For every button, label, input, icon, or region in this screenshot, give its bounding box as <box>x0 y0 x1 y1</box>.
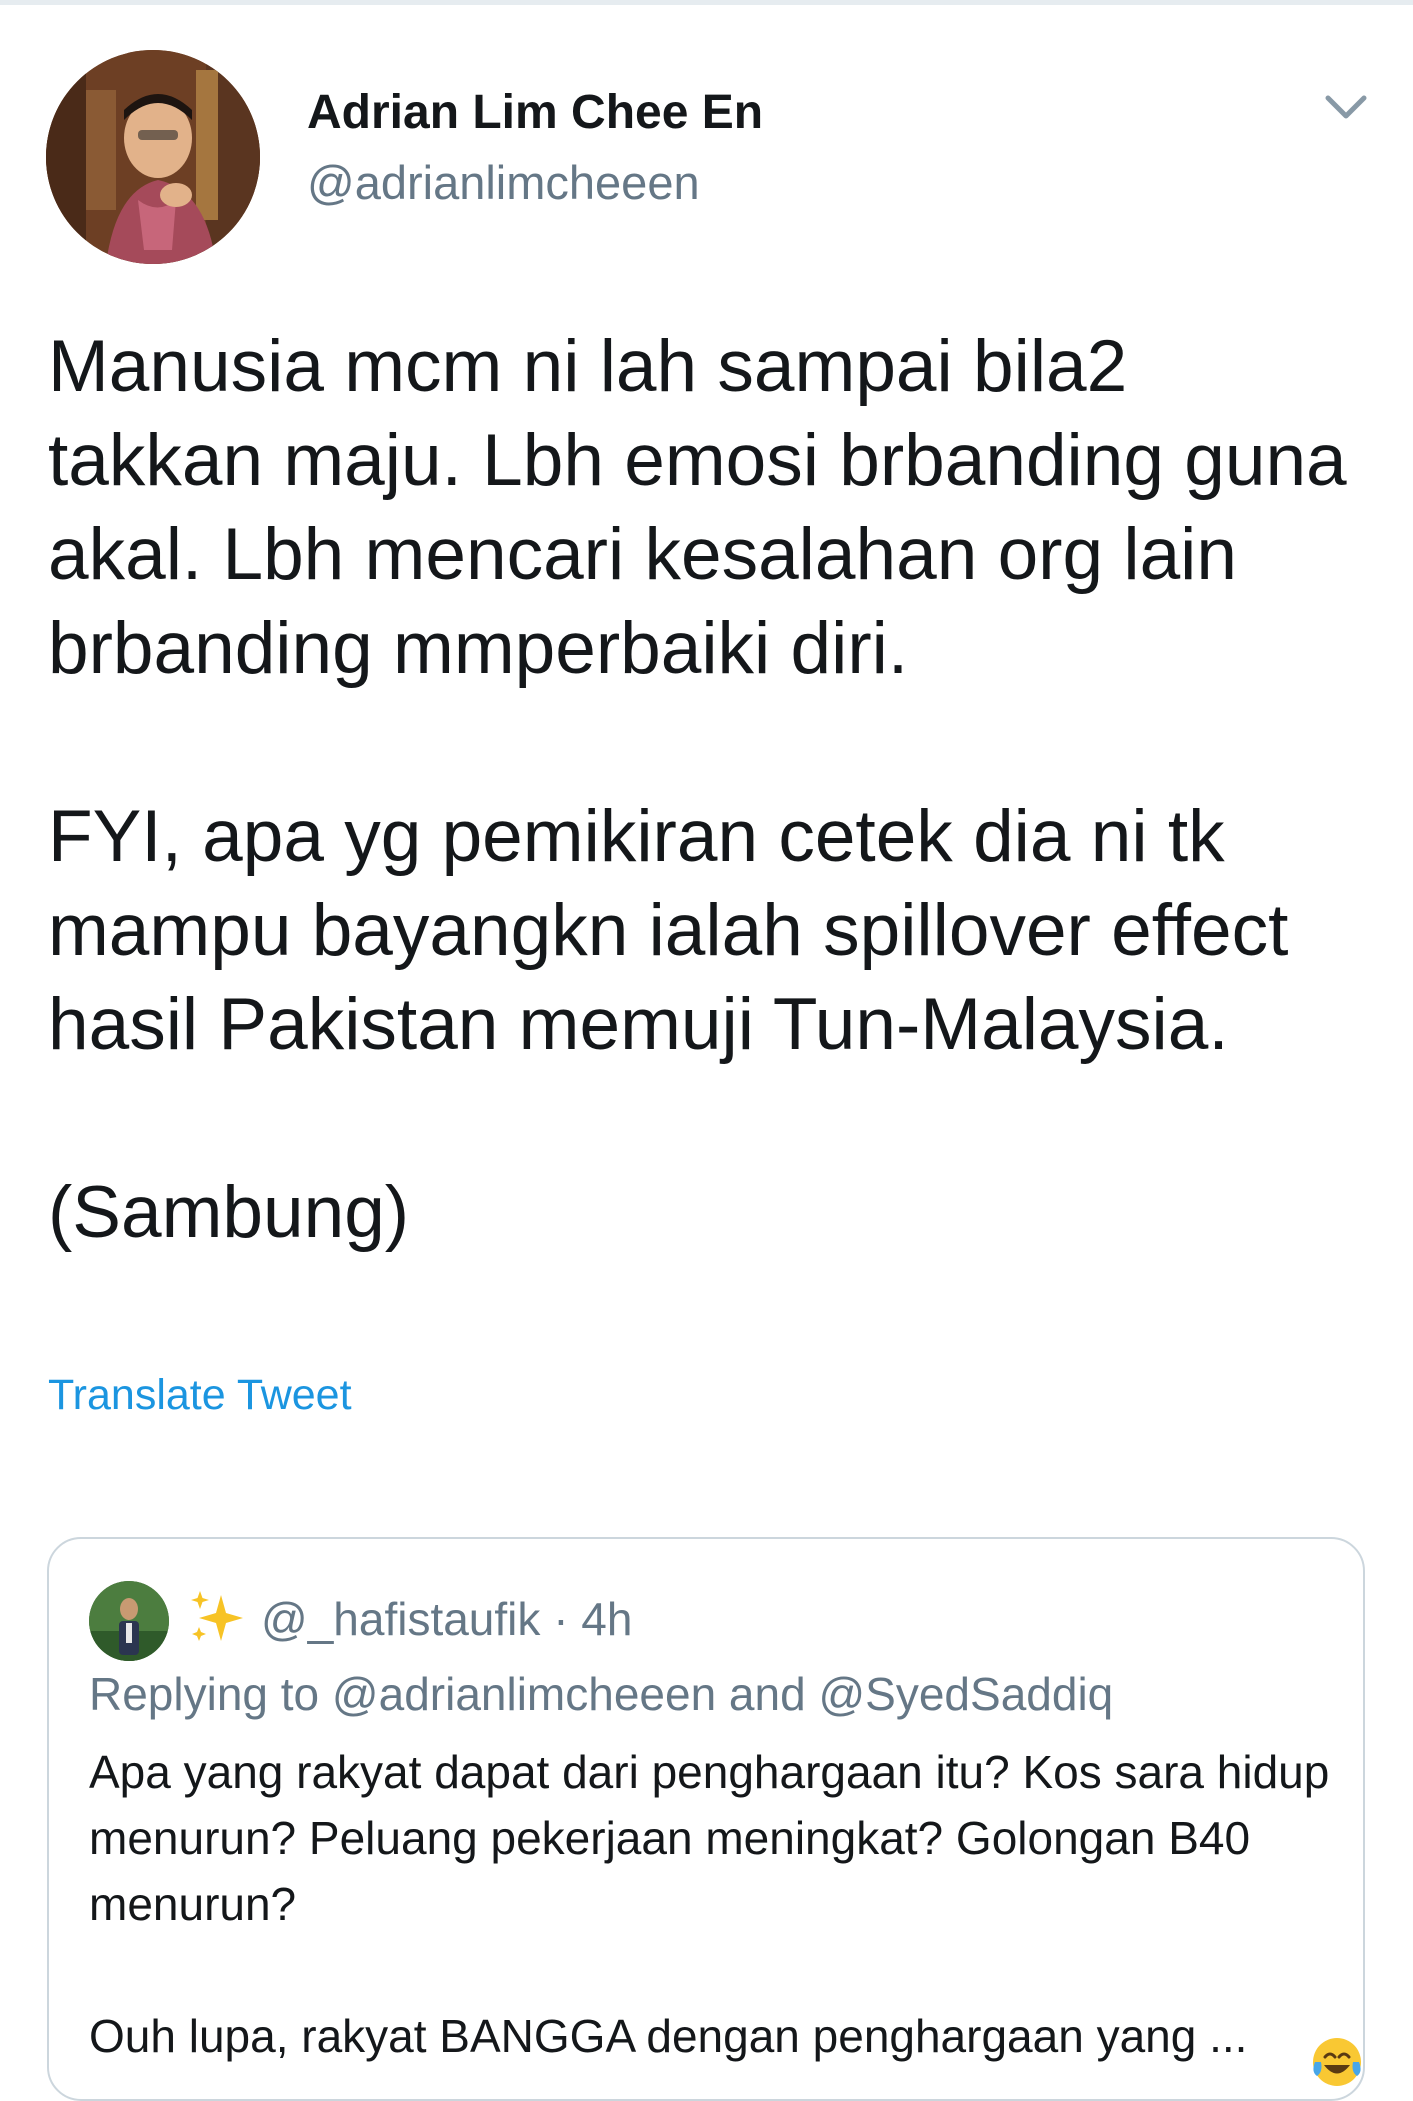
quoted-tweet-card[interactable]: @_hafistaufik · 4h Replying to @adrianli… <box>47 1537 1365 2101</box>
author-display-name[interactable]: Adrian Lim Chee En <box>307 78 763 148</box>
author-block: Adrian Lim Chee En @adrianlimcheeen <box>307 78 763 218</box>
quoted-replying-to: Replying to @adrianlimcheeen and @SyedSa… <box>89 1668 1114 1720</box>
quoted-paragraph: Apa yang rakyat dapat dari penghargaan i… <box>89 1746 1330 1930</box>
author-handle[interactable]: @adrianlimcheeen <box>307 148 763 218</box>
author-avatar[interactable] <box>46 50 260 264</box>
face-with-tears-of-joy-icon <box>1311 2036 1363 2088</box>
quoted-time[interactable]: · 4h <box>553 1593 632 1645</box>
translate-tweet-link[interactable]: Translate Tweet <box>48 1365 352 1425</box>
quoted-handle[interactable]: @_hafistaufik <box>261 1593 540 1645</box>
sparkles-icon <box>187 1587 247 1647</box>
quoted-meta: @_hafistaufik · 4h <box>261 1589 632 1649</box>
top-divider <box>0 0 1413 5</box>
tweet-paragraph: Manusia mcm ni lah sampai bila2 takkan m… <box>48 326 1347 689</box>
quoted-tweet-text: Apa yang rakyat dapat dari penghargaan i… <box>89 1739 1339 2069</box>
chevron-down-icon[interactable] <box>1322 88 1370 128</box>
tweet-text: Manusia mcm ni lah sampai bila2 takkan m… <box>48 320 1388 1260</box>
quoted-paragraph: Ouh lupa, rakyat BANGGA dengan pengharga… <box>89 2010 1248 2062</box>
tweet-paragraph: (Sambung) <box>48 1172 410 1253</box>
quoted-author-avatar[interactable] <box>89 1581 169 1661</box>
tweet-paragraph: FYI, apa yg pemikiran cetek dia ni tk ma… <box>48 796 1289 1065</box>
